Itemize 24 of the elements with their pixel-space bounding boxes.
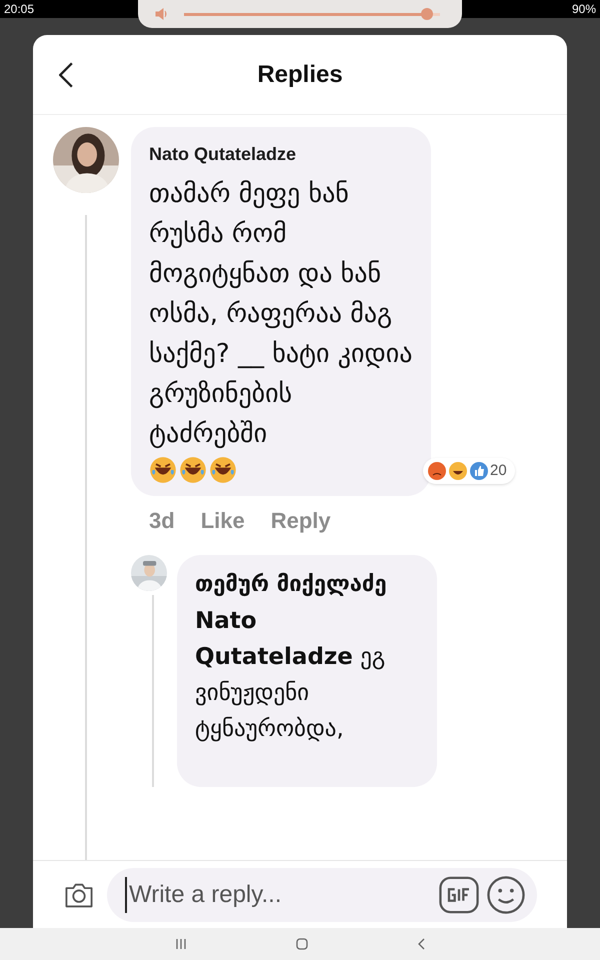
laughing-emoji-icon (149, 456, 177, 484)
gif-icon[interactable] (439, 876, 479, 914)
back-nav-icon[interactable] (417, 938, 426, 950)
home-icon[interactable] (296, 938, 308, 950)
reply-input[interactable]: Write a reply... (125, 876, 439, 912)
page-title: Replies (257, 60, 343, 90)
reply-text: Nato Qutateladze ეგ ვინუჟდენი ტყნაურობდა, (195, 607, 386, 744)
reply-author[interactable]: თემურ მიქელაძე (195, 567, 419, 603)
thumbs-up-icon (469, 460, 489, 481)
emoji-icon[interactable] (487, 876, 525, 914)
laughing-emoji-icon (179, 456, 207, 484)
reaction-badge[interactable]: 20 (423, 458, 515, 484)
comment-text: თამარ მეფე ხან რუსმა რომ მოგიტყნათ და ხან ოსმა, რაფერაა მაგ საქმე? __ ხატი კიდია გრუზინების ტაძრებში (149, 178, 413, 451)
comment-author[interactable]: Nato Qutateladze (149, 141, 413, 168)
angry-emoji-icon (427, 460, 447, 481)
reaction-count: 20 (490, 460, 508, 480)
reply-field[interactable]: Write a reply... (107, 868, 537, 922)
status-time: 20:05 (4, 1, 34, 18)
back-icon[interactable] (59, 62, 73, 88)
comment-time: 3d (149, 507, 175, 535)
recent-apps-icon[interactable] (174, 938, 187, 950)
battery-level: 90% (572, 1, 596, 18)
laughing-emoji-icon (448, 460, 468, 481)
laughing-emoji-icon (209, 456, 237, 484)
